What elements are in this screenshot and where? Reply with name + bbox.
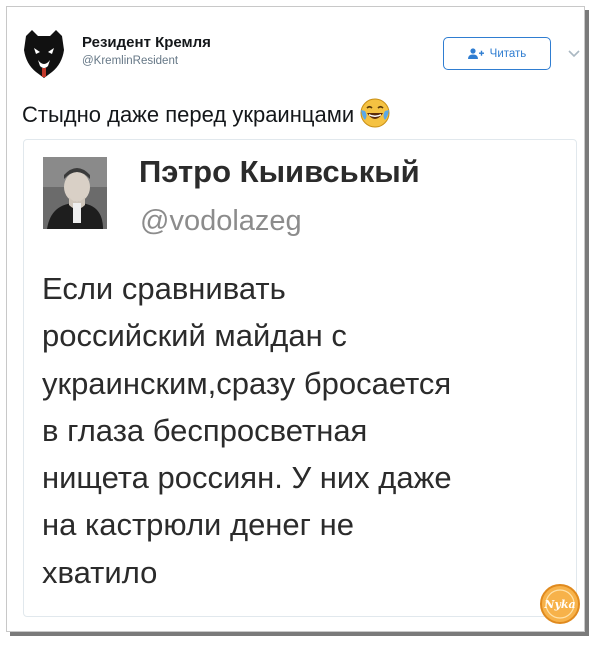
author-block: Резидент Кремля @KremlinResident	[82, 34, 211, 68]
quoted-text-line: Если сравнивать	[42, 271, 286, 306]
author-name[interactable]: Резидент Кремля	[82, 34, 211, 52]
watermark-logo: Nyka	[538, 582, 582, 626]
quoted-author-photo[interactable]	[43, 157, 107, 229]
quoted-text-line: российский майдан с	[42, 318, 347, 354]
quoted-text-line: украинским,сразу бросается	[42, 365, 452, 401]
quoted-text-line: хватило	[42, 554, 158, 590]
more-menu-chevron-icon[interactable]	[566, 47, 582, 59]
watermark-text: Nyka	[543, 598, 575, 611]
quoted-text-line: нищета россиян. У них даже	[42, 460, 452, 496]
quoted-author-handle[interactable]: @vodolazeg	[140, 204, 302, 238]
watermark-logo-icon: Nyka	[540, 584, 580, 624]
person-photo-icon	[43, 157, 107, 229]
quoted-tweet-text: Если сравнивать российский майдан с укра…	[42, 265, 572, 596]
tweet-text-content: Стыдно даже перед украинцами	[22, 102, 355, 127]
follow-button[interactable]: Читать	[443, 37, 551, 70]
author-avatar[interactable]	[22, 28, 66, 80]
author-handle[interactable]: @KremlinResident	[82, 54, 211, 68]
quoted-text-line: в глаза беспросветная	[42, 412, 368, 448]
quoted-author-name[interactable]: Пэтро Кыивськый	[139, 153, 420, 191]
quoted-text-line: на кастрюли денег не	[42, 507, 354, 543]
follow-button-label: Читать	[489, 47, 527, 60]
add-user-icon	[467, 48, 484, 59]
laughing-tears-emoji-icon	[360, 98, 390, 135]
tweet-text: Стыдно даже перед украинцами	[22, 98, 390, 135]
bear-logo-icon	[24, 30, 64, 78]
